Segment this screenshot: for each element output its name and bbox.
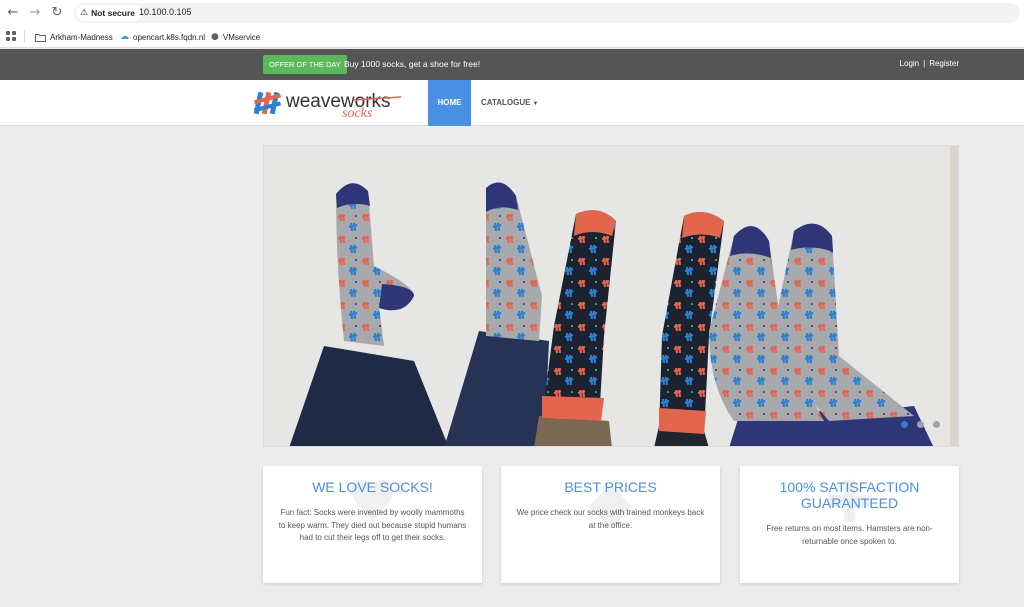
url-text[interactable]: 10.100.0.105 bbox=[139, 7, 192, 17]
offer-of-the-day-button[interactable]: Offer of the day bbox=[263, 55, 347, 74]
feature-card-love-socks: ♥ We love socks! Fun fact: Socks were in… bbox=[263, 466, 482, 583]
main-navbar: weaveworks socks HOME CATALOGUE ▼ bbox=[0, 80, 1024, 126]
security-chip[interactable]: ⚠ Not secure bbox=[76, 5, 143, 21]
cloud-icon: ☁ bbox=[120, 32, 129, 42]
feature-card-best-prices: ◆ Best prices We price check our socks w… bbox=[501, 466, 720, 583]
reload-icon[interactable]: ↻ bbox=[49, 5, 65, 21]
forward-icon[interactable]: → bbox=[27, 5, 43, 21]
bookmarks-bar: Arkham-Madness ☁ opencart.k8s.fqdn.nl ● … bbox=[0, 26, 1024, 48]
offer-text[interactable]: Buy 1000 socks, get a shoe for free! bbox=[344, 59, 480, 69]
caret-down-icon: ▼ bbox=[532, 101, 539, 107]
browser-address-bar: ← → ↻ ⚠ Not secure 10.100.0.105 bbox=[0, 0, 1024, 26]
nav-catalogue-label: CATALOGUE bbox=[481, 98, 531, 107]
nav-catalogue[interactable]: CATALOGUE ▼ bbox=[481, 80, 538, 126]
account-links: Login | Register bbox=[900, 59, 959, 68]
folder-icon bbox=[35, 33, 46, 42]
hero-socks-image bbox=[264, 146, 958, 446]
link-separator: | bbox=[923, 59, 926, 68]
card-title: Best prices bbox=[564, 479, 657, 495]
card-title: We love socks! bbox=[312, 479, 433, 495]
login-link[interactable]: Login bbox=[900, 59, 920, 68]
carousel-dot-1[interactable] bbox=[901, 421, 908, 428]
logo-mark bbox=[253, 91, 282, 115]
apps-grid-icon[interactable] bbox=[6, 31, 16, 41]
bookmark-label: VMservice bbox=[222, 32, 261, 42]
logo-text-sub: socks bbox=[342, 106, 373, 120]
globe-icon: ● bbox=[211, 32, 219, 42]
card-text: Free returns on most items. Hamsters are… bbox=[766, 524, 933, 546]
offer-bar: Offer of the day Buy 1000 socks, get a s… bbox=[0, 49, 1024, 80]
carousel-dot-3[interactable] bbox=[933, 421, 940, 428]
carousel-dot-2[interactable] bbox=[917, 421, 924, 428]
warning-icon: ⚠ bbox=[80, 8, 89, 18]
feature-card-satisfaction: ✚ 100% satisfaction guaranteed Free retu… bbox=[740, 466, 959, 583]
card-text: We price check our socks with trained mo… bbox=[516, 508, 705, 530]
card-text: Fun fact: Socks were invented by woolly … bbox=[278, 508, 467, 542]
omnibox[interactable]: ⚠ Not secure 10.100.0.105 bbox=[74, 3, 1020, 23]
security-label: Not secure bbox=[91, 8, 136, 18]
bookmark-opencart[interactable]: ☁ opencart.k8s.fqdn.nl bbox=[120, 29, 205, 45]
bookmark-label: opencart.k8s.fqdn.nl bbox=[133, 32, 206, 42]
bookmark-label: Arkham-Madness bbox=[50, 32, 113, 42]
carousel-indicators bbox=[901, 421, 940, 428]
card-title: 100% satisfaction guaranteed bbox=[779, 479, 920, 511]
bookmark-arkham-madness[interactable]: Arkham-Madness bbox=[35, 29, 113, 45]
register-link[interactable]: Register bbox=[929, 59, 959, 68]
bookmarks-divider bbox=[24, 30, 25, 43]
weaveworks-socks-logo[interactable]: weaveworks socks bbox=[253, 86, 403, 120]
bookmark-vmservice[interactable]: ● VMservice bbox=[211, 29, 260, 45]
hero-carousel[interactable] bbox=[263, 145, 959, 447]
logo-text-main: weaveworks bbox=[285, 91, 391, 112]
back-icon[interactable]: ← bbox=[5, 5, 21, 21]
nav-home[interactable]: HOME bbox=[428, 80, 471, 126]
